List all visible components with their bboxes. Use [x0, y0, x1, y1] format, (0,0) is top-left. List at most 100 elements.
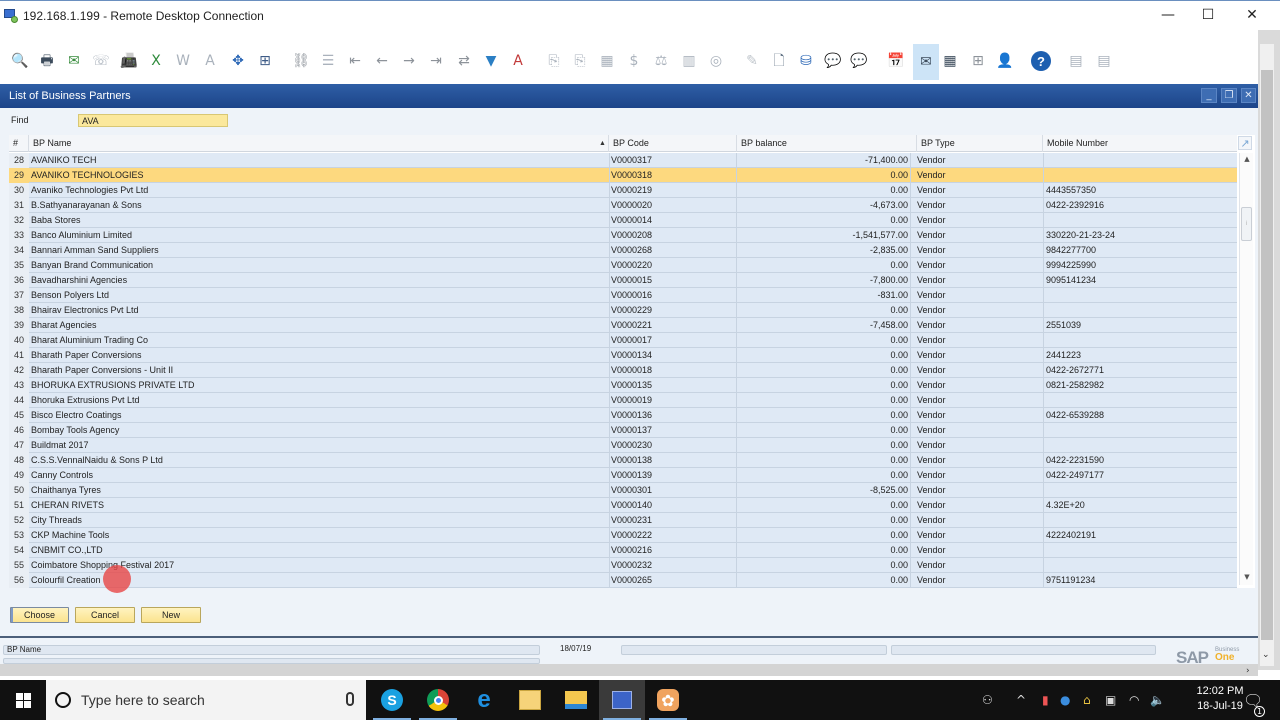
export-word-icon[interactable]: W	[173, 50, 193, 72]
report-icon[interactable]: ▤	[1066, 50, 1086, 72]
form-close-button[interactable]: ✕	[1241, 88, 1256, 103]
taskbar-chrome[interactable]	[415, 680, 461, 720]
help-icon[interactable]: ?	[1031, 50, 1051, 72]
export-excel-icon[interactable]: X	[146, 50, 166, 72]
find-icon[interactable]: ⛓	[291, 50, 311, 72]
taskbar-skype[interactable]: S	[369, 680, 415, 720]
taskbar-file-explorer[interactable]	[553, 680, 599, 720]
form-minimize-button[interactable]: _	[1201, 88, 1217, 103]
close-button[interactable]: ✕	[1230, 0, 1274, 30]
send-email-icon[interactable]: ✉	[64, 50, 84, 72]
next-record-icon[interactable]: →	[399, 50, 419, 72]
tray-update-icon[interactable]: ⌂	[1083, 680, 1091, 720]
start-button[interactable]	[0, 680, 46, 720]
table-row[interactable]: 56 Colourfil Creation V0000265 0.00 Vendor 97…	[9, 573, 1237, 588]
data-settings-icon[interactable]: ⛁	[796, 50, 816, 72]
fax-icon[interactable]: 📠	[119, 50, 139, 72]
table-row[interactable]: 32 Baba Stores V0000014 0.00 Vendor	[9, 213, 1237, 228]
find-input[interactable]	[78, 114, 228, 127]
table-row[interactable]: 38 Bhairav Electronics Pvt Ltd V0000229 0.0…	[9, 303, 1237, 318]
table-row[interactable]: 28 AVANIKO TECH V0000317 -71,400.00 Vendor	[9, 153, 1237, 168]
mail-alert-icon[interactable]: ✉	[913, 44, 939, 80]
expand-grid-icon[interactable]: ↗	[1238, 136, 1252, 150]
sms-icon[interactable]: ☏	[91, 50, 111, 72]
table-row[interactable]: 52 City Threads V0000231 0.00 Vendor	[9, 513, 1237, 528]
new-button[interactable]: New	[141, 607, 201, 623]
lock-screen-icon[interactable]: ⊞	[255, 50, 275, 72]
table-row[interactable]: 50 Chaithanya Tyres V0000301 -8,525.00 Vendo…	[9, 483, 1237, 498]
taskbar-sap[interactable]: ✿	[645, 680, 691, 720]
table-row[interactable]: 35 Banyan Brand Communication V0000220 0.00…	[9, 258, 1237, 273]
edit-icon[interactable]: ✎	[742, 50, 762, 72]
col-header-bp-type[interactable]: BP Type	[917, 135, 1043, 152]
grid-scroll-thumb[interactable]: ⁞	[1241, 207, 1252, 241]
payment-means-icon[interactable]: $	[624, 50, 644, 72]
refresh-icon[interactable]: ⇄	[454, 50, 474, 72]
volume-weight-icon[interactable]: ⚖	[651, 50, 671, 72]
table-row[interactable]: 54 CNBMIT CO.,LTD V0000216 0.00 Vendor	[9, 543, 1237, 558]
table-row[interactable]: 37 Benson Polyers Ltd V0000016 -831.00 Vendo…	[9, 288, 1237, 303]
journal-entry-icon[interactable]: ▥	[679, 50, 699, 72]
gross-profit-icon[interactable]: ▦	[597, 50, 617, 72]
taskbar-edge[interactable]: e	[461, 680, 507, 720]
table-row[interactable]: 44 Bhoruka Extrusions Pvt Ltd V0000019 0.00…	[9, 393, 1237, 408]
outer-vertical-scrollbar[interactable]	[1260, 44, 1274, 666]
previous-record-icon[interactable]: ←	[372, 50, 392, 72]
add-icon[interactable]: ☰	[318, 50, 338, 72]
calendar-icon[interactable]: ▦	[940, 50, 960, 72]
tray-globe-icon[interactable]: ●	[1060, 680, 1070, 720]
table-row[interactable]: 30 Avaniko Technologies Pvt Ltd V0000219 0.…	[9, 183, 1237, 198]
table-row[interactable]: 29 AVANIKO TECHNOLOGIES V0000318 0.00 Vendor	[9, 168, 1237, 183]
col-header-mobile-number[interactable]: Mobile Number	[1043, 135, 1237, 152]
col-header-bp-code[interactable]: BP Code	[609, 135, 737, 152]
messages-icon[interactable]: 💬	[823, 50, 843, 72]
filter-icon[interactable]: ▼	[481, 50, 501, 72]
print-icon[interactable]: 🖶	[37, 50, 57, 72]
move-icon[interactable]: ✥	[228, 50, 248, 72]
report-settings-icon[interactable]: ▤	[1094, 50, 1114, 72]
first-record-icon[interactable]: ⇤	[345, 50, 365, 72]
org-structure-icon[interactable]: ⊞	[968, 50, 988, 72]
table-row[interactable]: 46 Bombay Tools Agency V0000137 0.00 Vendor	[9, 423, 1237, 438]
last-record-icon[interactable]: ⇥	[426, 50, 446, 72]
taskbar-search[interactable]: Type here to search	[46, 680, 366, 720]
table-row[interactable]: 47 Buildmat 2017 V0000230 0.00 Vendor	[9, 438, 1237, 453]
transaction-journal-icon[interactable]: ◎	[706, 50, 726, 72]
scroll-right-icon[interactable]: ›	[1246, 666, 1250, 676]
alerts-icon[interactable]: 📅	[886, 50, 906, 72]
tray-app-icon[interactable]: ▮	[1042, 680, 1049, 720]
wifi-icon[interactable]: ◠	[1129, 680, 1139, 720]
col-header-bp-balance[interactable]: BP balance	[737, 135, 917, 152]
maximize-button[interactable]: ☐	[1186, 0, 1230, 30]
user-icon[interactable]: 👤	[995, 50, 1015, 72]
table-row[interactable]: 40 Bharat Aluminium Trading Co V0000017 0.0…	[9, 333, 1237, 348]
col-header-bp-name[interactable]: BP Name	[29, 135, 609, 152]
scroll-down-icon[interactable]: ▼	[1240, 573, 1254, 585]
table-row[interactable]: 33 Banco Aluminium Limited V0000208 -1,541,…	[9, 228, 1237, 243]
table-row[interactable]: 41 Bharath Paper Conversions V0000134 0.00 V…	[9, 348, 1237, 363]
table-row[interactable]: 39 Bharat Agencies V0000221 -7,458.00 Vendor…	[9, 318, 1237, 333]
export-pdf-icon[interactable]: A	[200, 50, 220, 72]
tray-network-icon[interactable]: ▣	[1105, 680, 1116, 720]
table-row[interactable]: 43 BHORUKA EXTRUSIONS PRIVATE LTD V0000135…	[9, 378, 1237, 393]
col-header-num[interactable]: #	[9, 135, 29, 152]
volume-icon[interactable]: 🔈	[1150, 680, 1165, 720]
taskbar-outlook[interactable]	[507, 680, 553, 720]
form-restore-button[interactable]: ❐	[1221, 88, 1237, 103]
taskbar-clock[interactable]: 12:02 PM 18-Jul-19	[1190, 684, 1250, 714]
table-row[interactable]: 53 CKP Machine Tools V0000222 0.00 Vendor 422…	[9, 528, 1237, 543]
sort-icon[interactable]: A	[508, 50, 528, 72]
table-row[interactable]: 51 CHERAN RIVETS V0000140 0.00 Vendor 4.32E+2…	[9, 498, 1237, 513]
print-preview-icon[interactable]: 🔍	[10, 50, 30, 72]
table-row[interactable]: 48 C.S.S.VennalNaidu & Sons P Ltd V0000138…	[9, 453, 1237, 468]
target-document-icon[interactable]: ⎘	[570, 50, 590, 72]
table-row[interactable]: 31 B.Sathyanarayanan & Sons V0000020 -4,673…	[9, 198, 1237, 213]
base-document-icon[interactable]: ⎘	[544, 50, 564, 72]
show-hidden-icons[interactable]: ^	[1016, 680, 1026, 720]
scroll-up-icon[interactable]: ▲	[1240, 155, 1254, 167]
outer-scroll-thumb[interactable]	[1261, 70, 1273, 640]
table-row[interactable]: 49 Canny Controls V0000139 0.00 Vendor 0422-2…	[9, 468, 1237, 483]
table-row[interactable]: 42 Bharath Paper Conversions - Unit II V00…	[9, 363, 1237, 378]
new-message-icon[interactable]: 💬	[849, 50, 869, 72]
table-row[interactable]: 55 Coimbatore Shopping Festival 2017 V0000…	[9, 558, 1237, 573]
